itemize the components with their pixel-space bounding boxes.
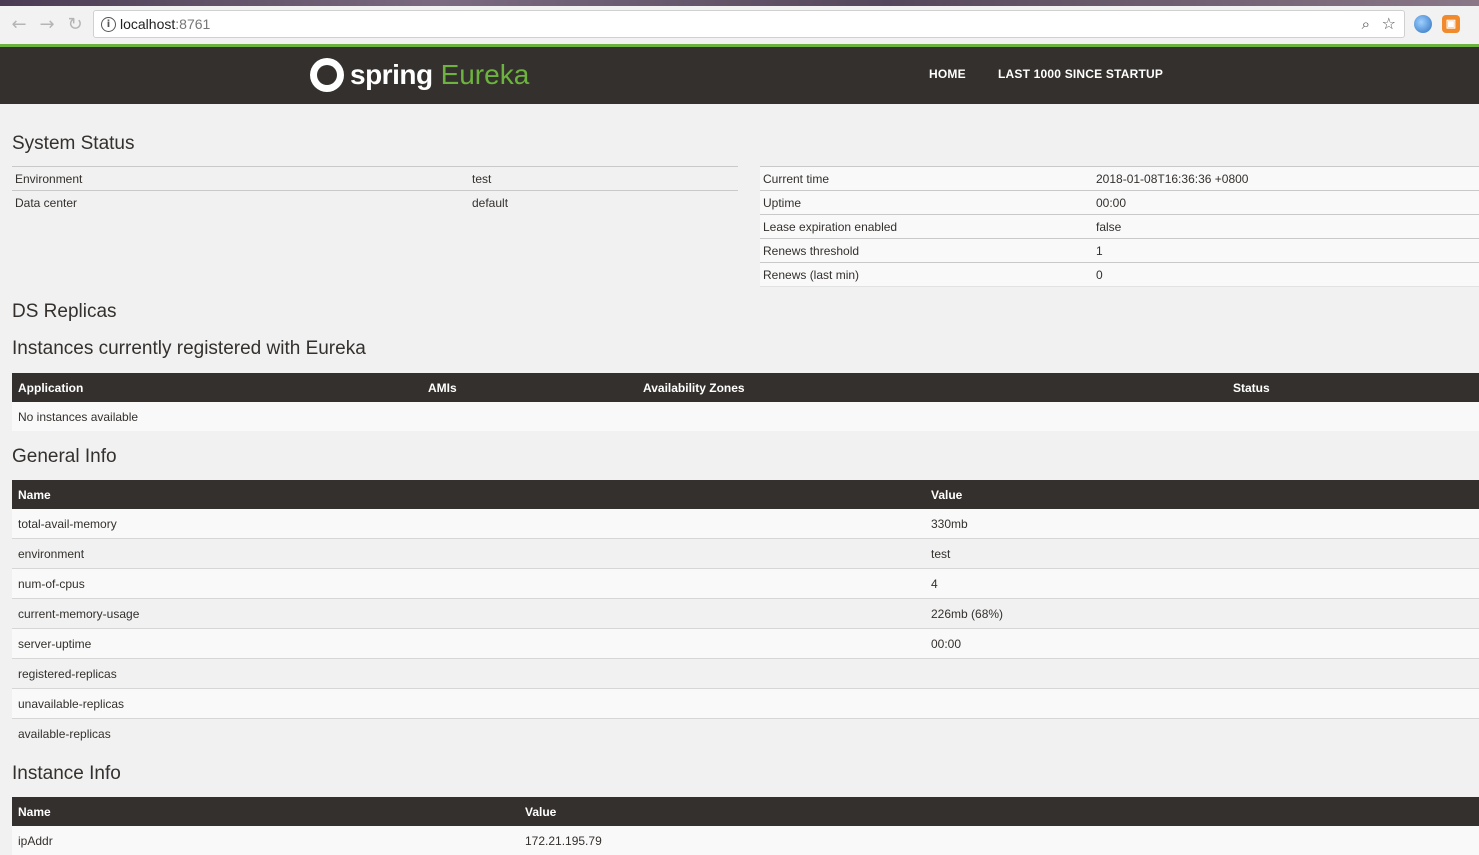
status-row: Renews threshold 1 xyxy=(760,238,1479,263)
status-value: 00:00 xyxy=(1093,190,1479,215)
info-name: ipAddr xyxy=(12,826,519,855)
status-label: Current time xyxy=(760,166,1093,191)
table-row: unavailable-replicas xyxy=(12,688,1479,719)
status-value: test xyxy=(469,166,738,191)
info-name: environment xyxy=(12,538,925,569)
back-icon[interactable]: ← xyxy=(8,14,30,36)
extension-orange-icon[interactable]: ▣ xyxy=(1442,15,1460,33)
address-bar[interactable]: i localhost:8761 ⌕ ☆ xyxy=(93,10,1405,38)
info-name: available-replicas xyxy=(12,718,925,748)
info-name: current-memory-usage xyxy=(12,598,925,629)
status-row: Data center default xyxy=(12,190,738,214)
system-status-right-table: Current time 2018-01-08T16:36:36 +0800 U… xyxy=(760,166,1479,287)
info-name: server-uptime xyxy=(12,628,925,659)
table-row: ipAddr 172.21.195.79 xyxy=(12,826,1479,855)
table-row: available-replicas xyxy=(12,718,1479,748)
nav-last-1000[interactable]: LAST 1000 SINCE STARTUP xyxy=(998,67,1163,81)
general-info-title: General Info xyxy=(12,446,117,467)
info-value xyxy=(925,688,1479,719)
info-value: 330mb xyxy=(925,509,1479,539)
system-status-title: System Status xyxy=(12,133,135,154)
instances-table: Application AMIs Availability Zones Stat… xyxy=(12,373,1479,431)
forward-icon[interactable]: → xyxy=(36,14,58,36)
table-row: total-avail-memory 330mb xyxy=(12,509,1479,539)
status-value: 2018-01-08T16:36:36 +0800 xyxy=(1093,166,1479,191)
table-row: environment test xyxy=(12,538,1479,569)
col-amis[interactable]: AMIs xyxy=(422,373,637,402)
col-value[interactable]: Value xyxy=(519,797,1479,826)
info-icon[interactable]: i xyxy=(101,17,116,32)
status-row: Lease expiration enabled false xyxy=(760,214,1479,239)
status-value: default xyxy=(469,190,738,214)
col-name[interactable]: Name xyxy=(12,480,925,509)
status-value: 0 xyxy=(1093,262,1479,287)
brand-spring-text: spring xyxy=(350,59,433,90)
col-status[interactable]: Status xyxy=(1227,373,1479,402)
system-status-left-table: Environment test Data center default xyxy=(12,166,738,214)
info-name: registered-replicas xyxy=(12,658,925,689)
instances-title: Instances currently registered with Eure… xyxy=(12,338,366,359)
status-value: false xyxy=(1093,214,1479,239)
nav-home[interactable]: HOME xyxy=(929,67,966,81)
status-label: Data center xyxy=(12,190,469,214)
extension-globe-icon[interactable] xyxy=(1414,15,1432,33)
info-name: num-of-cpus xyxy=(12,568,925,599)
brand-logo[interactable]: spring Eureka xyxy=(310,55,529,95)
instance-info-table: Name Value ipAddr 172.21.195.79 xyxy=(12,797,1479,855)
url-text: localhost:8761 xyxy=(120,16,211,32)
col-value[interactable]: Value xyxy=(925,480,1479,509)
browser-toolbar: ← → ↻ i localhost:8761 ⌕ ☆ ▣ xyxy=(0,6,1479,45)
info-value: 00:00 xyxy=(925,628,1479,659)
reload-icon[interactable]: ↻ xyxy=(64,14,86,36)
table-row: num-of-cpus 4 xyxy=(12,568,1479,599)
info-value: 226mb (68%) xyxy=(925,598,1479,629)
table-row: current-memory-usage 226mb (68%) xyxy=(12,598,1479,629)
general-info-table: Name Value total-avail-memory 330mb envir… xyxy=(12,480,1479,748)
status-row: Uptime 00:00 xyxy=(760,190,1479,215)
col-availability-zones[interactable]: Availability Zones xyxy=(637,373,1227,402)
col-name[interactable]: Name xyxy=(12,797,519,826)
navbar: spring Eureka HOME LAST 1000 SINCE START… xyxy=(0,47,1479,104)
no-instances-text: No instances available xyxy=(12,402,1479,431)
col-application[interactable]: Application xyxy=(12,373,422,402)
status-label: Renews (last min) xyxy=(760,262,1093,287)
brand-eureka-text: Eureka xyxy=(440,59,530,90)
info-value xyxy=(925,658,1479,689)
status-label: Renews threshold xyxy=(760,238,1093,263)
status-label: Lease expiration enabled xyxy=(760,214,1093,239)
table-row: server-uptime 00:00 xyxy=(12,628,1479,659)
info-value: 4 xyxy=(925,568,1479,599)
status-row: Environment test xyxy=(12,166,738,191)
info-name: total-avail-memory xyxy=(12,509,925,539)
bookmark-star-icon[interactable]: ☆ xyxy=(1382,14,1396,33)
spring-leaf-icon xyxy=(310,58,344,92)
info-value xyxy=(925,718,1479,748)
table-row: No instances available xyxy=(12,402,1479,431)
status-label: Uptime xyxy=(760,190,1093,215)
ds-replicas-title: DS Replicas xyxy=(12,301,117,322)
info-value: 172.21.195.79 xyxy=(519,826,1479,855)
info-name: unavailable-replicas xyxy=(12,688,925,719)
instance-info-title: Instance Info xyxy=(12,763,121,784)
info-value: test xyxy=(925,538,1479,569)
status-row: Renews (last min) 0 xyxy=(760,262,1479,287)
zoom-icon[interactable]: ⌕ xyxy=(1362,15,1370,33)
status-row: Current time 2018-01-08T16:36:36 +0800 xyxy=(760,166,1479,191)
status-value: 1 xyxy=(1093,238,1479,263)
status-label: Environment xyxy=(12,166,469,191)
table-row: registered-replicas xyxy=(12,658,1479,689)
